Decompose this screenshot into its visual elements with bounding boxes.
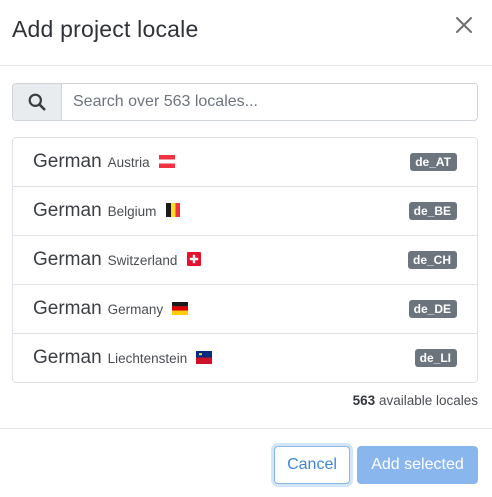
available-locales-count: 563 available locales [353,393,478,408]
locale-row-de-li[interactable]: German Liechtenstein de_LI [13,334,477,382]
locale-code-badge: de_DE [408,300,457,318]
close-icon[interactable] [454,15,474,35]
available-count: 563 [352,393,376,408]
locale-code-badge: de_BE [408,202,457,220]
belgium-flag-icon [165,201,180,223]
locale-language: German [33,151,102,172]
locale-language: German [33,200,102,221]
locale-row-de-de[interactable]: German Germany de_DE [13,285,477,334]
switzerland-flag-icon [186,250,201,272]
liechtenstein-flag-icon [196,348,213,370]
available-label: available locales [378,393,478,408]
locale-region: Switzerland [107,253,178,268]
modal-header: Add project locale [0,0,492,66]
locale-list: German Austria de_AT German Belgium de_BE … [12,137,478,383]
modal-title: Add project locale [12,16,199,42]
locale-language: German [33,347,102,368]
search-input[interactable] [62,84,477,120]
locale-row-de-be[interactable]: German Belgium de_BE [13,187,477,236]
modal-footer: Cancel Add selected [0,428,492,497]
search-icon [13,84,62,120]
locale-region: Austria [107,155,150,170]
locale-region: Belgium [107,204,157,219]
germany-flag-icon [172,299,189,321]
locale-language: German [33,298,102,319]
locale-code-badge: de_LI [414,349,457,367]
locale-region: Germany [107,302,164,317]
locale-language: German [33,249,102,270]
locale-region: Liechtenstein [107,351,188,366]
search-group [12,83,478,121]
locale-code-badge: de_CH [407,251,457,269]
austria-flag-icon [158,152,175,174]
locale-row-de-ch[interactable]: German Switzerland de_CH [13,236,477,285]
add-selected-button[interactable]: Add selected [357,446,478,484]
cancel-button[interactable]: Cancel [274,446,350,484]
locale-code-badge: de_AT [410,153,457,171]
locale-row-de-at[interactable]: German Austria de_AT [13,138,477,187]
